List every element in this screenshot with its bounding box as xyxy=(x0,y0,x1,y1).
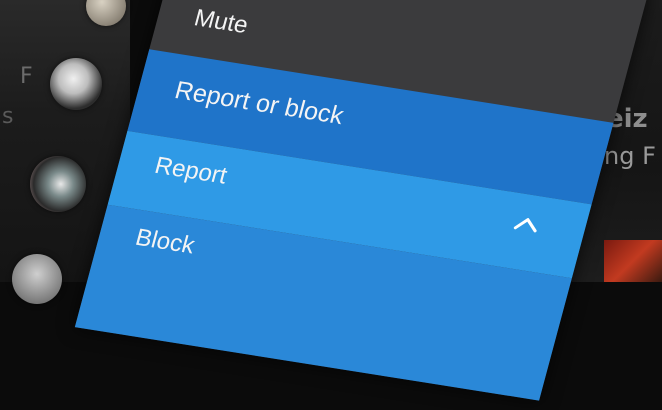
menu-item-label: Block xyxy=(132,223,198,260)
context-menu-panel: nship Mute Report or block Report Block xyxy=(74,0,649,401)
menu-item-label: Report or block xyxy=(171,76,347,131)
context-menu: nship Mute Report or block Report Block xyxy=(0,0,662,401)
chevron-up-icon[interactable] xyxy=(509,209,544,241)
menu-item-label: Report xyxy=(151,152,230,190)
avatar[interactable] xyxy=(12,254,62,304)
menu-item-label: Mute xyxy=(191,4,252,40)
